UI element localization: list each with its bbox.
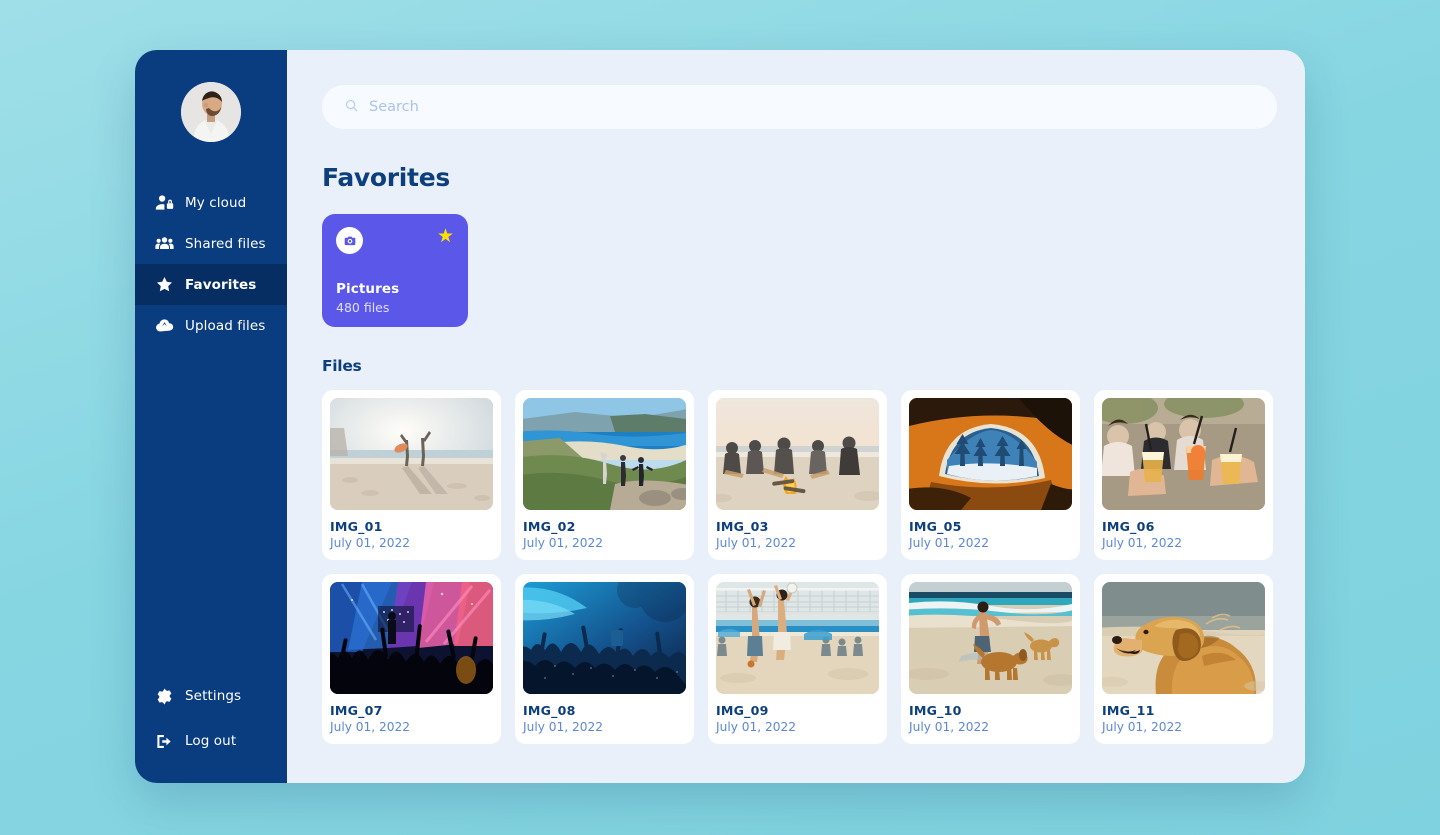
file-card[interactable]: IMG_06 July 01, 2022 bbox=[1094, 390, 1273, 560]
file-card[interactable]: IMG_02 July 01, 2022 bbox=[515, 390, 694, 560]
file-card[interactable]: IMG_05 July 01, 2022 bbox=[901, 390, 1080, 560]
file-card[interactable]: IMG_11 July 01, 2022 bbox=[1094, 574, 1273, 744]
thumb-beach-campfire-friends bbox=[716, 398, 879, 510]
folder-card-text: Pictures 480 files bbox=[336, 281, 454, 315]
folder-file-count: 480 files bbox=[336, 300, 454, 315]
thumb-coastal-cliff-hikers bbox=[523, 398, 686, 510]
thumb-concert-crowd-pink-lights bbox=[330, 582, 493, 694]
file-date: July 01, 2022 bbox=[523, 536, 686, 550]
cloud-upload-icon bbox=[155, 316, 174, 335]
file-thumbnail bbox=[909, 398, 1072, 510]
sidebar-item-label: Upload files bbox=[185, 318, 265, 334]
file-card[interactable]: IMG_08 July 01, 2022 bbox=[515, 574, 694, 744]
thumb-friends-toasting-drinks bbox=[1102, 398, 1265, 510]
folder-name: Pictures bbox=[336, 281, 454, 297]
sidebar-item-shared-files[interactable]: Shared files bbox=[135, 223, 287, 264]
favorite-star-icon[interactable]: ★ bbox=[437, 227, 454, 246]
section-title-files: Files bbox=[322, 357, 1270, 375]
search-bar[interactable] bbox=[322, 85, 1277, 129]
sidebar: My cloud Shared files Favorites Upload f… bbox=[135, 50, 287, 783]
folder-card-top: ★ bbox=[336, 227, 454, 254]
file-name: IMG_10 bbox=[909, 703, 1072, 718]
page-title-favorites: Favorites bbox=[322, 163, 1270, 192]
file-thumbnail bbox=[716, 582, 879, 694]
file-date: July 01, 2022 bbox=[716, 720, 879, 734]
files-grid: IMG_01 July 01, 2022 bbox=[322, 390, 1270, 744]
file-name: IMG_07 bbox=[330, 703, 493, 718]
gear-icon bbox=[155, 687, 174, 706]
file-card[interactable]: IMG_10 July 01, 2022 bbox=[901, 574, 1080, 744]
sidebar-bottom-nav: Settings Log out bbox=[135, 674, 287, 763]
sidebar-nav: My cloud Shared files Favorites Upload f… bbox=[135, 182, 287, 346]
search-input[interactable] bbox=[369, 99, 1255, 115]
star-icon bbox=[155, 275, 174, 294]
sidebar-item-settings[interactable]: Settings bbox=[135, 674, 287, 718]
sidebar-item-label: My cloud bbox=[185, 195, 246, 211]
file-thumbnail bbox=[330, 582, 493, 694]
file-name: IMG_11 bbox=[1102, 703, 1265, 718]
avatar-photo bbox=[181, 82, 241, 142]
sidebar-spacer bbox=[135, 346, 287, 674]
file-card[interactable]: IMG_07 July 01, 2022 bbox=[322, 574, 501, 744]
file-thumbnail bbox=[330, 398, 493, 510]
sidebar-item-label: Settings bbox=[185, 688, 241, 704]
file-name: IMG_06 bbox=[1102, 519, 1265, 534]
thumb-man-dogs-shoreline bbox=[909, 582, 1072, 694]
file-thumbnail bbox=[909, 582, 1072, 694]
people-group-icon bbox=[155, 234, 174, 253]
thumb-tent-winter-view bbox=[909, 398, 1072, 510]
file-name: IMG_09 bbox=[716, 703, 879, 718]
file-date: July 01, 2022 bbox=[1102, 536, 1265, 550]
file-name: IMG_08 bbox=[523, 703, 686, 718]
sidebar-item-my-cloud[interactable]: My cloud bbox=[135, 182, 287, 223]
file-thumbnail bbox=[523, 398, 686, 510]
thumb-beach-surfers-sunset bbox=[330, 398, 493, 510]
file-name: IMG_01 bbox=[330, 519, 493, 534]
file-card[interactable]: IMG_09 July 01, 2022 bbox=[708, 574, 887, 744]
file-date: July 01, 2022 bbox=[330, 720, 493, 734]
file-date: July 01, 2022 bbox=[716, 536, 879, 550]
file-thumbnail bbox=[523, 582, 686, 694]
thumb-concert-crowd-blue-lights bbox=[523, 582, 686, 694]
sidebar-item-label: Shared files bbox=[185, 236, 266, 252]
thumb-golden-retriever-beach bbox=[1102, 582, 1265, 694]
file-thumbnail bbox=[1102, 398, 1265, 510]
sidebar-item-label: Favorites bbox=[185, 277, 256, 293]
file-card[interactable]: IMG_03 July 01, 2022 bbox=[708, 390, 887, 560]
sidebar-item-label: Log out bbox=[185, 733, 236, 749]
camera-icon bbox=[336, 227, 363, 254]
file-name: IMG_02 bbox=[523, 519, 686, 534]
main-content: Favorites ★ Pictures 480 files Files bbox=[287, 50, 1305, 783]
file-name: IMG_05 bbox=[909, 519, 1072, 534]
logout-icon bbox=[155, 732, 174, 751]
thumb-beach-volleyball bbox=[716, 582, 879, 694]
file-name: IMG_03 bbox=[716, 519, 879, 534]
sidebar-item-favorites[interactable]: Favorites bbox=[135, 264, 287, 305]
sidebar-item-upload-files[interactable]: Upload files bbox=[135, 305, 287, 346]
file-card[interactable]: IMG_01 July 01, 2022 bbox=[322, 390, 501, 560]
avatar[interactable] bbox=[181, 82, 241, 142]
file-thumbnail bbox=[1102, 582, 1265, 694]
app-window: My cloud Shared files Favorites Upload f… bbox=[135, 50, 1305, 783]
file-date: July 01, 2022 bbox=[523, 720, 686, 734]
file-thumbnail bbox=[716, 398, 879, 510]
file-date: July 01, 2022 bbox=[1102, 720, 1265, 734]
sidebar-item-log-out[interactable]: Log out bbox=[135, 719, 287, 763]
person-lock-icon bbox=[155, 193, 174, 212]
file-date: July 01, 2022 bbox=[909, 720, 1072, 734]
favorites-row: ★ Pictures 480 files bbox=[322, 214, 1270, 327]
folder-card-pictures[interactable]: ★ Pictures 480 files bbox=[322, 214, 468, 327]
file-date: July 01, 2022 bbox=[909, 536, 1072, 550]
file-date: July 01, 2022 bbox=[330, 536, 493, 550]
search-icon bbox=[344, 98, 359, 117]
